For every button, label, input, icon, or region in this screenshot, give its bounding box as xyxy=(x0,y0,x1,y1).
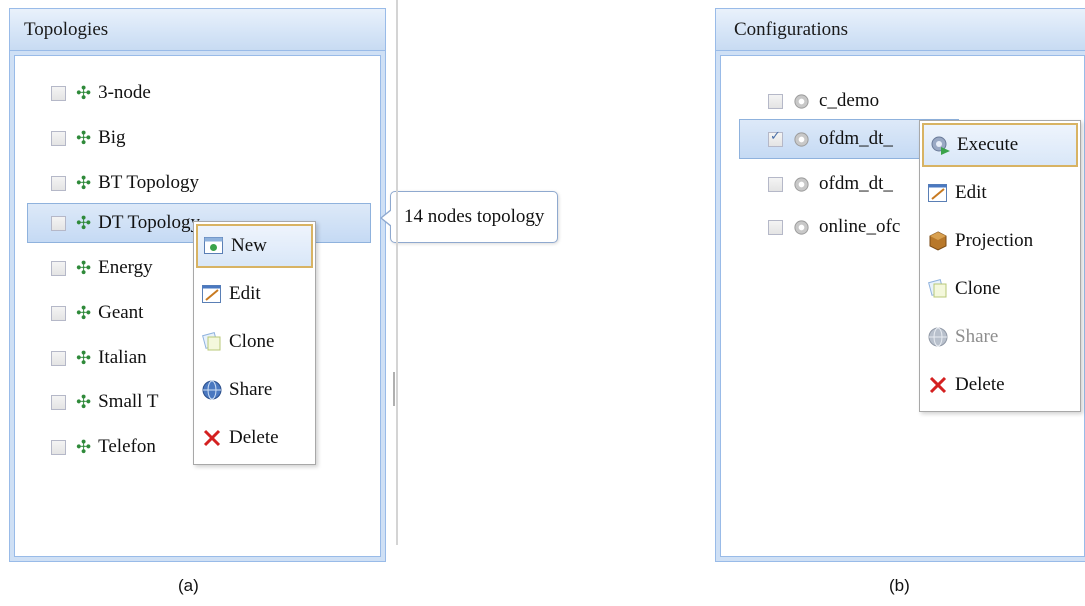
tree-item-label: Geant xyxy=(98,302,144,323)
topology-node-icon: ✣ xyxy=(76,82,92,104)
menu-item-label: Execute xyxy=(957,134,1019,155)
topology-node-icon: ✣ xyxy=(76,172,92,194)
menu-item-delete[interactable]: Delete xyxy=(922,363,1078,407)
menu-item-share: Share xyxy=(922,315,1078,359)
panel-divider xyxy=(396,0,398,545)
topology-context-menu: New Edit Clone Share Delete xyxy=(193,221,316,465)
clone-icon xyxy=(200,330,224,354)
tree-item-topology[interactable]: ✣ Big xyxy=(51,118,351,158)
topology-node-icon: ✣ xyxy=(76,212,92,234)
gear-icon xyxy=(794,219,809,235)
checkbox[interactable] xyxy=(51,260,66,276)
menu-item-execute[interactable]: Execute xyxy=(922,123,1078,167)
checkbox[interactable] xyxy=(51,130,66,146)
tree-item-label: DT Topology xyxy=(98,212,201,233)
configurations-panel-title: Configurations xyxy=(716,9,1085,51)
gear-icon xyxy=(794,93,809,109)
menu-item-label: Projection xyxy=(955,230,1034,251)
menu-item-label: Clone xyxy=(229,331,275,352)
checkbox[interactable] xyxy=(768,176,783,192)
menu-item-label: Share xyxy=(955,326,999,347)
tree-item-topology[interactable]: ✣ BT Topology xyxy=(51,163,351,203)
tree-item-label: c_demo xyxy=(819,90,880,111)
configuration-context-menu: Execute Edit Projection Clone Share Dele… xyxy=(919,120,1081,412)
new-icon xyxy=(202,234,226,258)
tree-item-label: BT Topology xyxy=(98,172,199,193)
tree-item-configuration[interactable]: c_demo xyxy=(768,81,1068,121)
topology-node-icon: ✣ xyxy=(76,347,92,369)
menu-item-edit[interactable]: Edit xyxy=(922,171,1078,215)
topology-tooltip: 14 nodes topology xyxy=(380,191,559,243)
menu-item-label: New xyxy=(231,235,267,256)
clone-icon xyxy=(926,277,950,301)
checkbox[interactable] xyxy=(51,439,66,455)
share-icon xyxy=(926,325,950,349)
tree-item-label: 3-node xyxy=(98,82,151,103)
checkbox[interactable] xyxy=(51,350,66,366)
tree-item-label: Energy xyxy=(98,257,153,278)
checkbox[interactable] xyxy=(51,394,66,410)
checkbox[interactable] xyxy=(51,175,66,191)
menu-item-label: Edit xyxy=(955,182,987,203)
tree-item-label: Telefon xyxy=(98,436,156,457)
topology-node-icon: ✣ xyxy=(76,127,92,149)
topologies-panel-title: Topologies xyxy=(10,9,385,51)
menu-item-label: Share xyxy=(229,379,273,400)
tooltip-text: 14 nodes topology xyxy=(404,206,545,227)
edit-icon xyxy=(926,181,950,205)
menu-item-clone[interactable]: Clone xyxy=(922,267,1078,311)
menu-item-label: Edit xyxy=(229,283,261,304)
projection-icon xyxy=(926,229,950,253)
tree-item-label: Small T xyxy=(98,391,159,412)
topology-node-icon: ✣ xyxy=(76,436,92,458)
caption-b: (b) xyxy=(889,576,910,595)
tree-item-topology[interactable]: ✣ 3-node xyxy=(51,73,351,113)
checkbox[interactable] xyxy=(768,129,783,147)
menu-item-share[interactable]: Share xyxy=(196,368,313,412)
delete-icon xyxy=(926,373,950,397)
checkbox[interactable] xyxy=(768,93,783,109)
menu-item-clone[interactable]: Clone xyxy=(196,320,313,364)
splitter-handle[interactable] xyxy=(393,372,395,406)
checkbox[interactable] xyxy=(51,85,66,101)
menu-item-delete[interactable]: Delete xyxy=(196,416,313,460)
tree-item-label: Big xyxy=(98,127,126,148)
menu-item-projection[interactable]: Projection xyxy=(922,219,1078,263)
topology-node-icon: ✣ xyxy=(76,391,92,413)
tree-item-label: online_ofc xyxy=(819,216,901,237)
topology-node-icon: ✣ xyxy=(76,302,92,324)
execute-icon xyxy=(928,133,952,157)
menu-item-label: Clone xyxy=(955,278,1001,299)
tree-item-label: ofdm_dt_ xyxy=(819,173,893,194)
topology-node-icon: ✣ xyxy=(76,257,92,279)
tooltip-arrow xyxy=(380,209,392,227)
tree-item-label: ofdm_dt_ xyxy=(819,128,893,149)
checkbox[interactable] xyxy=(51,215,66,231)
menu-item-new[interactable]: New xyxy=(196,224,313,268)
edit-icon xyxy=(200,282,224,306)
checkbox[interactable] xyxy=(768,219,783,235)
delete-icon xyxy=(200,426,224,450)
menu-item-label: Delete xyxy=(955,374,1005,395)
gear-icon xyxy=(794,131,809,147)
menu-item-label: Delete xyxy=(229,427,279,448)
share-icon xyxy=(200,378,224,402)
gear-icon xyxy=(794,176,809,192)
checkbox[interactable] xyxy=(51,305,66,321)
tree-item-label: Italian xyxy=(98,347,147,368)
caption-a: (a) xyxy=(178,576,199,595)
menu-item-edit[interactable]: Edit xyxy=(196,272,313,316)
